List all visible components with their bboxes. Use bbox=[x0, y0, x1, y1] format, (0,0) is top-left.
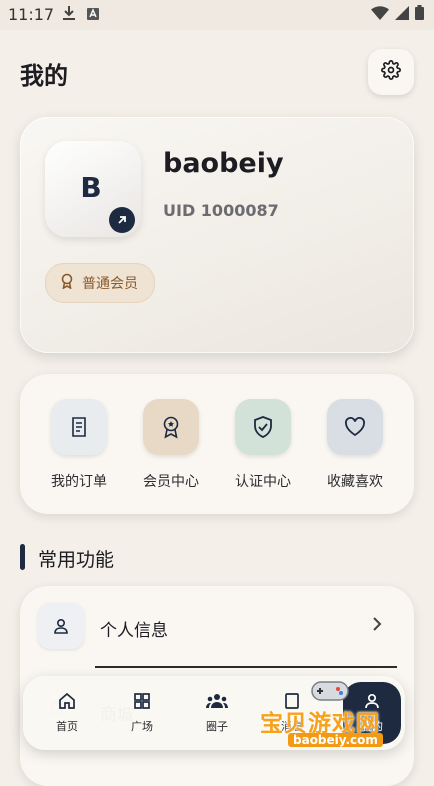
chevron-right-icon bbox=[372, 616, 382, 636]
download-icon bbox=[62, 5, 76, 25]
quick-action-label: 收藏喜欢 bbox=[327, 474, 383, 490]
grid-icon bbox=[112, 690, 172, 712]
profile-card: B baobeiy UID 1000087 普通会员 bbox=[20, 117, 414, 353]
member-level-label: 普通会员 bbox=[82, 276, 138, 292]
group-icon bbox=[187, 690, 247, 712]
edit-avatar-button[interactable] bbox=[109, 207, 135, 233]
quick-action-orders[interactable]: 我的订单 bbox=[39, 399, 119, 491]
quick-action-favorites[interactable]: 收藏喜欢 bbox=[315, 399, 395, 491]
home-icon bbox=[37, 690, 97, 712]
username: baobeiy bbox=[163, 148, 284, 179]
arrow-up-right-icon bbox=[116, 211, 128, 230]
status-bar: 11:17 bbox=[0, 0, 434, 30]
nav-home[interactable]: 首页 bbox=[37, 690, 97, 734]
app-notification-icon bbox=[86, 6, 100, 25]
badge-icon bbox=[143, 399, 199, 455]
gear-icon bbox=[381, 60, 401, 84]
receipt-icon bbox=[51, 399, 107, 455]
avatar-letter: B bbox=[80, 171, 102, 204]
user-uid: UID 1000087 bbox=[163, 201, 279, 220]
member-level-badge[interactable]: 普通会员 bbox=[45, 263, 155, 303]
avatar[interactable]: B bbox=[45, 141, 141, 237]
status-time: 11:17 bbox=[8, 5, 55, 24]
nav-square[interactable]: 广场 bbox=[112, 690, 172, 734]
section-title: 常用功能 bbox=[38, 549, 115, 571]
nav-label: 圈子 bbox=[206, 720, 228, 733]
list-item-label: 个人信息 bbox=[100, 621, 168, 641]
watermark-url: baobeiy.com bbox=[288, 733, 383, 747]
heart-icon bbox=[327, 399, 383, 455]
wifi-icon bbox=[371, 5, 389, 24]
user-icon bbox=[38, 603, 84, 649]
quick-action-label: 认证中心 bbox=[235, 474, 291, 490]
signal-icon bbox=[395, 5, 409, 24]
shield-check-icon bbox=[235, 399, 291, 455]
settings-button[interactable] bbox=[368, 49, 414, 95]
quick-action-membership[interactable]: 会员中心 bbox=[131, 399, 211, 491]
quick-action-verification[interactable]: 认证中心 bbox=[223, 399, 303, 491]
medal-icon bbox=[60, 273, 74, 293]
nav-label: 首页 bbox=[56, 720, 78, 733]
battery-icon bbox=[415, 5, 424, 24]
page-title: 我的 bbox=[20, 62, 68, 90]
quick-actions-card: 我的订单 会员中心 认证中心 收藏喜欢 bbox=[20, 374, 414, 514]
quick-action-label: 我的订单 bbox=[51, 474, 107, 490]
nav-circles[interactable]: 圈子 bbox=[187, 690, 247, 734]
quick-action-label: 会员中心 bbox=[143, 474, 199, 490]
divider bbox=[95, 666, 397, 668]
nav-label: 广场 bbox=[131, 720, 153, 733]
watermark: 宝贝游戏网 baobeiy.com bbox=[258, 676, 408, 752]
section-accent-bar bbox=[20, 544, 25, 570]
